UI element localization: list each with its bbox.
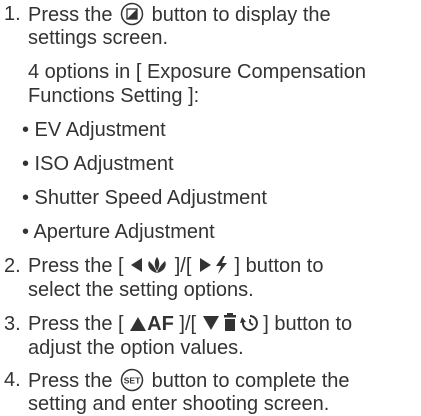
option-aperture-adjustment: • Aperture Adjustment bbox=[22, 221, 215, 243]
step-2-part-3: ] button to bbox=[234, 255, 324, 277]
set-label: SET bbox=[124, 376, 141, 386]
step-4-text-before: Press the bbox=[28, 370, 113, 392]
step-2-part-1: Press the [ bbox=[28, 255, 124, 277]
step-4-number: 4. bbox=[4, 369, 21, 391]
options-intro-line-2: Functions Setting ]: bbox=[28, 85, 200, 107]
instructions-page: 1. Press the button to display the setti… bbox=[0, 0, 421, 416]
step-1-number: 1. bbox=[4, 3, 21, 25]
step-2-number: 2. bbox=[4, 255, 21, 277]
step-4-text-after: button to complete the bbox=[151, 370, 350, 392]
step-2-line-1: Press the [ ]/[ ] button to bbox=[28, 254, 324, 281]
step-3-line-2: adjust the option values. bbox=[28, 337, 244, 359]
step-4-line-2: setting and enter shooting screen. bbox=[28, 393, 330, 415]
step-3-number: 3. bbox=[4, 313, 21, 335]
step-3-part-2: ]/[ bbox=[179, 313, 197, 335]
step-1-text-before: Press the bbox=[28, 4, 113, 26]
step-2-part-2: ]/[ bbox=[174, 255, 192, 277]
af-label: AF bbox=[147, 313, 174, 335]
step-2-line-2: select the setting options. bbox=[28, 279, 254, 301]
option-iso-adjustment: • ISO Adjustment bbox=[22, 153, 174, 175]
step-3-line-1: Press the [ AF ]/[ ] button to bbox=[28, 312, 352, 339]
option-ev-adjustment: • EV Adjustment bbox=[22, 119, 166, 141]
option-shutter-speed-adjustment: • Shutter Speed Adjustment bbox=[22, 187, 267, 209]
step-1-text-after: button to display the bbox=[151, 4, 331, 26]
step-3-part-1: Press the [ bbox=[28, 313, 124, 335]
step-3-part-3: ] button to bbox=[263, 313, 353, 335]
step-1-line-2: settings screen. bbox=[28, 27, 169, 49]
options-intro-line-1: 4 options in [ Exposure Compensation bbox=[28, 61, 366, 83]
